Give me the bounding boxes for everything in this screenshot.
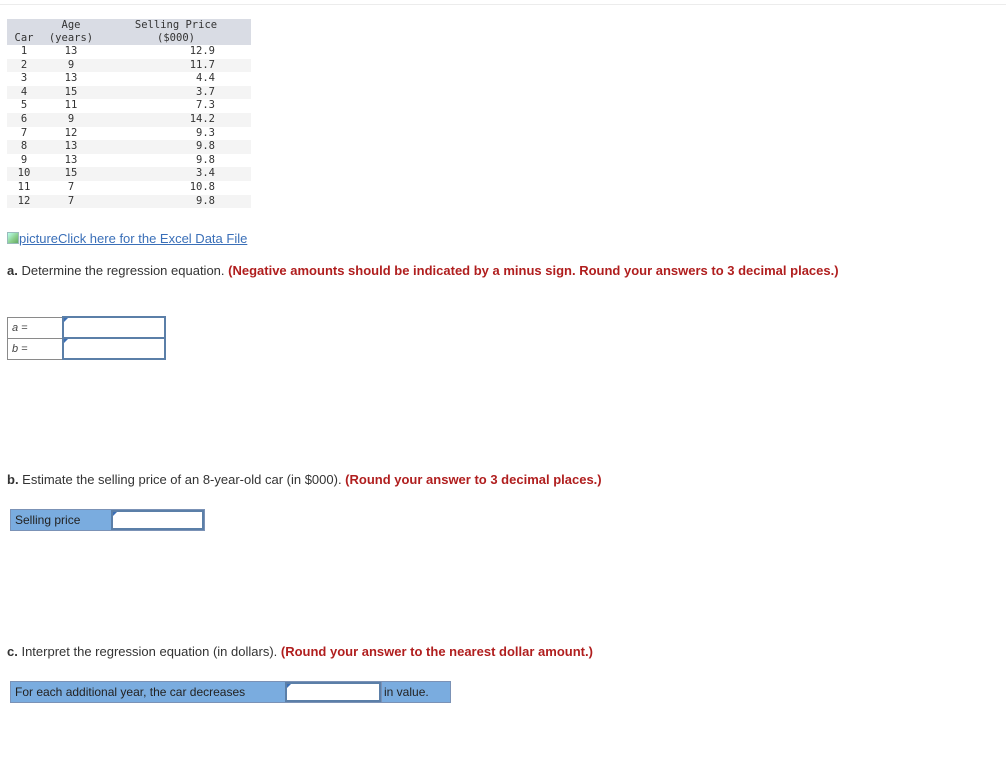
cell-car: 11 bbox=[17, 180, 31, 193]
table-row: 6 9 14.2 bbox=[7, 112, 251, 127]
decrease-row: For each additional year, the car decrea… bbox=[10, 681, 451, 703]
cell-age: 7 bbox=[67, 180, 75, 193]
label-a: a = bbox=[7, 316, 64, 339]
question-c: c. Interpret the regression equation (in… bbox=[7, 644, 593, 659]
cell-price: 10.8 bbox=[189, 180, 215, 193]
cell-age: 15 bbox=[41, 85, 101, 100]
input-flag-icon bbox=[64, 339, 68, 343]
cell-price: 9.3 bbox=[196, 126, 215, 139]
cell-car: 5 bbox=[20, 99, 28, 112]
cell-age: 13 bbox=[41, 140, 101, 154]
link-label: Click here for the Excel Data File bbox=[58, 231, 248, 246]
b-input[interactable] bbox=[64, 339, 164, 358]
instruction-a: (Negative amounts should be indicated by… bbox=[228, 263, 839, 278]
cell-price: 11.7 bbox=[101, 58, 251, 73]
table-row: 3 13 4.4 bbox=[7, 72, 251, 86]
a-input[interactable] bbox=[64, 318, 164, 337]
table-row: 2 9 11.7 bbox=[7, 58, 251, 73]
cell-car: 12 bbox=[7, 194, 41, 209]
decrease-suffix-label: in value. bbox=[381, 682, 450, 702]
table-row: 7 12 9.3 bbox=[7, 127, 251, 141]
cell-age: 13 bbox=[64, 45, 78, 57]
table-row: 11 7 10.8 bbox=[7, 181, 251, 195]
input-flag-icon bbox=[287, 684, 291, 688]
cell-car: 2 bbox=[7, 58, 41, 73]
cell-car: 1 bbox=[20, 45, 28, 57]
instruction-b: (Round your answer to 3 decimal places.) bbox=[345, 472, 602, 487]
cell-price: 7.3 bbox=[196, 99, 215, 112]
decrease-prefix-label: For each additional year, the car decrea… bbox=[15, 685, 246, 699]
car-data-table: Car Age (years) Selling Price ($000) 1 13 12… bbox=[7, 19, 251, 209]
answer-row-b: b = bbox=[7, 337, 166, 360]
table-row: 12 7 9.8 bbox=[7, 194, 251, 209]
input-flag-icon bbox=[113, 512, 117, 516]
instruction-c: (Round your answer to the nearest dollar… bbox=[280, 644, 593, 659]
cell-age: 9 bbox=[41, 58, 101, 73]
selling-price-input[interactable] bbox=[113, 512, 202, 528]
cell-age: 13 bbox=[64, 153, 78, 166]
table-row: 8 13 9.8 bbox=[7, 140, 251, 154]
cell-car: 8 bbox=[7, 140, 41, 154]
table-row: 1 13 12.9 bbox=[7, 45, 251, 59]
input-flag-icon bbox=[64, 318, 68, 322]
image-alt-text: picture bbox=[19, 231, 59, 246]
cell-car: 9 bbox=[20, 153, 28, 166]
cell-price: 9.8 bbox=[101, 194, 251, 209]
cell-car: 10 bbox=[7, 167, 41, 181]
cell-price: 9.8 bbox=[196, 153, 215, 166]
excel-data-link[interactable]: pictureClick here for the Excel Data Fil… bbox=[7, 231, 247, 246]
cell-car: 3 bbox=[20, 72, 28, 85]
cell-price: 3.4 bbox=[101, 167, 251, 181]
cell-age: 12 bbox=[64, 126, 78, 139]
top-divider bbox=[0, 4, 1006, 5]
cell-price: 4.4 bbox=[196, 72, 215, 85]
regression-answer-table: a = b = bbox=[7, 316, 166, 360]
table-row: 9 13 9.8 bbox=[7, 154, 251, 168]
selling-price-row: Selling price bbox=[10, 509, 205, 531]
question-a: a. Determine the regression equation. (N… bbox=[7, 263, 839, 278]
table-row: 5 11 7.3 bbox=[7, 99, 251, 113]
decrease-amount-input[interactable] bbox=[287, 684, 379, 700]
label-b: b = bbox=[7, 337, 64, 360]
header-car: Car bbox=[7, 19, 41, 45]
cell-price: 14.2 bbox=[101, 112, 251, 127]
cell-car: 7 bbox=[20, 126, 28, 139]
cell-age: 7 bbox=[41, 194, 101, 209]
broken-image-icon bbox=[7, 232, 19, 244]
cell-age: 11 bbox=[64, 99, 78, 112]
cell-price: 3.7 bbox=[101, 85, 251, 100]
table-header-row: Car Age (years) Selling Price ($000) bbox=[7, 19, 251, 45]
answer-row-a: a = bbox=[7, 316, 166, 339]
cell-age: 15 bbox=[41, 167, 101, 181]
cell-age: 13 bbox=[64, 72, 78, 85]
cell-price: 9.8 bbox=[101, 140, 251, 154]
cell-car: 4 bbox=[7, 85, 41, 100]
table-row: 10 15 3.4 bbox=[7, 167, 251, 181]
question-b: b. Estimate the selling price of an 8-ye… bbox=[7, 472, 602, 487]
table-row: 4 15 3.7 bbox=[7, 85, 251, 100]
cell-price: 12.9 bbox=[189, 45, 215, 57]
selling-price-label: Selling price bbox=[15, 513, 81, 527]
header-age: Age (years) bbox=[41, 19, 101, 45]
cell-car: 6 bbox=[7, 112, 41, 127]
header-price: Selling Price ($000) bbox=[101, 19, 251, 45]
cell-age: 9 bbox=[41, 112, 101, 127]
